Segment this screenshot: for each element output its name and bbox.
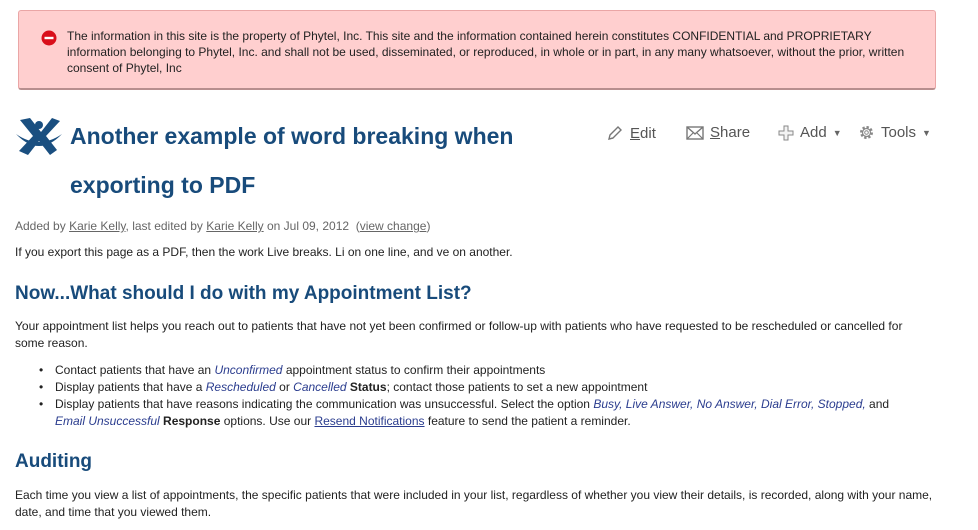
bullet-text: Contact patients that have an xyxy=(55,363,215,377)
rescheduled-term: Rescheduled xyxy=(205,380,276,394)
list-item: Contact patients that have an Unconfirme… xyxy=(15,362,915,379)
editor-link[interactable]: Karie Kelly xyxy=(206,219,263,233)
add-menu-button[interactable]: Add ▼ xyxy=(778,124,842,141)
bullet-text: feature to send the patient a reminder. xyxy=(424,414,631,428)
plus-icon xyxy=(778,125,794,140)
added-by-label: Added by xyxy=(15,219,66,233)
confidentiality-banner: The information in this site is the prop… xyxy=(18,10,936,90)
live-answer-term: Live Answer, xyxy=(625,397,694,411)
view-change-link[interactable]: view change xyxy=(360,219,427,233)
dial-error-term: Dial Error, xyxy=(760,397,815,411)
page-title: Another example of word breaking when ex… xyxy=(70,123,514,198)
pencil-icon xyxy=(608,126,622,140)
bullet-text: ; contact those patients to set a new ap… xyxy=(386,380,648,394)
cancelled-term: Cancelled xyxy=(293,380,347,394)
add-label: Add xyxy=(800,124,827,141)
email-unsuccessful-term: Email Unsuccessful xyxy=(55,414,160,428)
banner-text: The information in this site is the prop… xyxy=(67,29,905,75)
appointment-options-list: Contact patients that have an Unconfirme… xyxy=(15,362,915,430)
error-icon xyxy=(41,30,57,46)
section-heading-appointment-list: Now...What should I do with my Appointme… xyxy=(15,283,472,304)
bullet-text: and xyxy=(865,397,890,411)
section-heading-auditing: Auditing xyxy=(15,451,93,472)
list-item: Display patients that have reasons indic… xyxy=(15,396,915,430)
edit-button[interactable]: Edit xyxy=(606,124,656,142)
list-item: Display patients that have a Rescheduled… xyxy=(15,379,915,396)
appointment-list-paragraph: Your appointment list helps you reach ou… xyxy=(15,319,903,350)
status-term: Status xyxy=(349,380,387,394)
page-metadata: Added by Karie Kelly, last edited by Kar… xyxy=(15,219,431,233)
edit-label: Edit xyxy=(630,124,656,142)
auditing-paragraph: Each time you view a list of appointment… xyxy=(15,488,933,519)
edit-date: on Jul 09, 2012 xyxy=(266,219,350,233)
tools-label: Tools xyxy=(881,124,917,141)
bullet-text: options. Use our xyxy=(220,414,315,428)
no-answer-term: No Answer, xyxy=(696,397,758,411)
author-link[interactable]: Karie Kelly xyxy=(69,219,125,233)
intro-paragraph: If you export this page as a PDF, then t… xyxy=(15,245,513,259)
resend-notifications-link[interactable]: Resend Notifications xyxy=(314,414,424,428)
chevron-down-icon: ▼ xyxy=(832,127,842,138)
bullet-text: or xyxy=(275,380,294,394)
share-label: Share xyxy=(710,124,751,141)
chevron-down-icon: ▼ xyxy=(922,127,931,138)
stopped-term: Stopped, xyxy=(817,397,866,411)
edited-by-label: , last edited by xyxy=(125,219,203,233)
share-button[interactable]: Share xyxy=(686,124,750,141)
bullet-text: appointment status to confirm their appo… xyxy=(282,363,546,377)
bullet-text: Display patients that have reasons indic… xyxy=(55,397,594,411)
response-term: Response xyxy=(163,414,221,428)
phytel-logo xyxy=(16,118,62,155)
tools-menu-button[interactable]: Tools ▼ xyxy=(858,124,931,141)
busy-term: Busy, xyxy=(593,397,623,411)
envelope-icon xyxy=(686,125,704,140)
bullet-text: Display patients that have a xyxy=(55,380,206,394)
unconfirmed-term: Unconfirmed xyxy=(214,363,283,377)
gear-icon xyxy=(860,126,873,139)
